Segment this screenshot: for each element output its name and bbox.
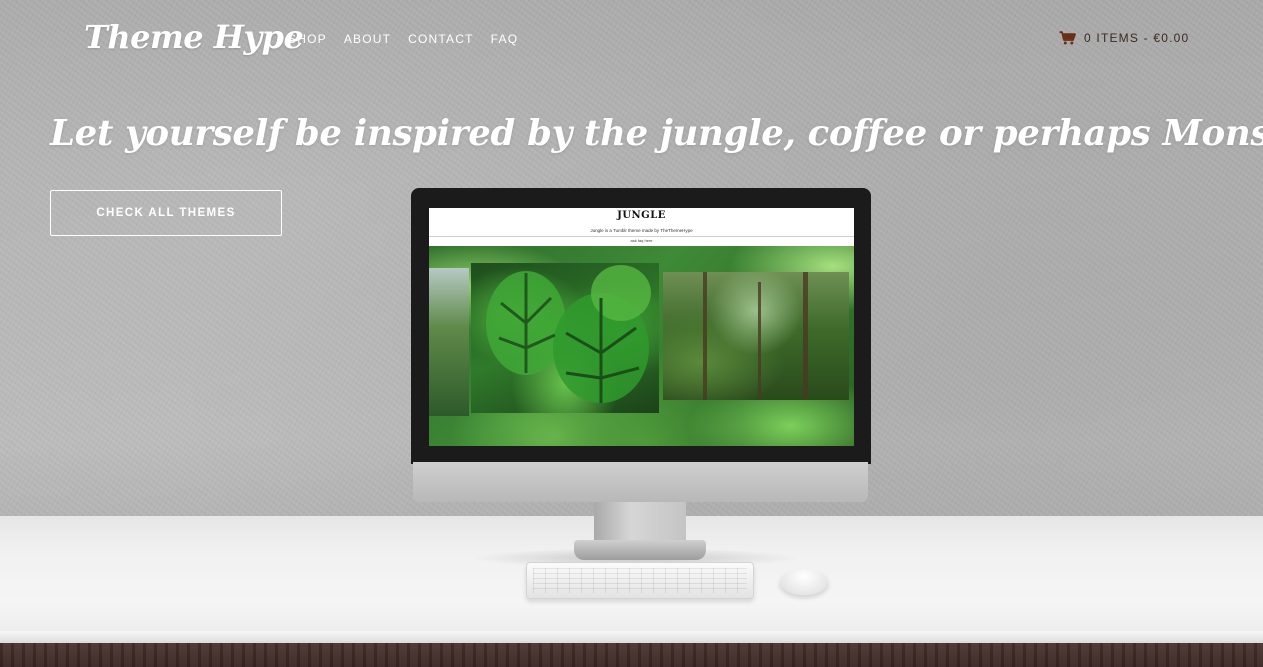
keyboard-keys	[533, 568, 747, 593]
nav-item-contact[interactable]: CONTACT	[408, 32, 474, 46]
hero-headline: Let yourself be inspired by the jungle, …	[50, 113, 1263, 154]
nav-item-faq[interactable]: FAQ	[491, 32, 519, 46]
imac-chin	[413, 462, 868, 502]
cart-link[interactable]: 0 ITEMS - €0.00	[1059, 31, 1189, 45]
cart-icon	[1059, 31, 1076, 45]
hero-section: Theme Hype SHOP ABOUT CONTACT FAQ 0 ITEM…	[0, 0, 1263, 667]
screen-title: JUNGLE	[617, 210, 666, 221]
check-all-themes-button[interactable]: CHECK ALL THEMES	[50, 190, 282, 236]
imac-stand-neck	[594, 502, 686, 542]
screen-photo-monstera	[471, 263, 659, 413]
screen-photo-forest	[663, 272, 849, 400]
desk-wood-trim	[0, 643, 1263, 667]
keyboard	[526, 562, 754, 599]
main-nav: SHOP ABOUT CONTACT FAQ	[288, 32, 518, 46]
site-logo[interactable]: Theme Hype	[84, 18, 304, 56]
screen-nav: ask faq here	[630, 238, 653, 243]
screen-divider	[429, 236, 854, 237]
nav-item-shop[interactable]: SHOP	[288, 32, 327, 46]
imac-screen: JUNGLE Jungle is a Tumblr theme made by …	[429, 208, 854, 446]
mouse	[780, 569, 828, 595]
desk-edge	[0, 631, 1263, 643]
screen-photo-left	[429, 268, 469, 416]
screen-subtitle: Jungle is a Tumblr theme made by TheThem…	[590, 228, 693, 233]
imac-stand-foot	[574, 540, 706, 560]
cart-summary: 0 ITEMS - €0.00	[1084, 31, 1190, 45]
screen-header: JUNGLE Jungle is a Tumblr theme made by …	[429, 208, 854, 246]
nav-item-about[interactable]: ABOUT	[344, 32, 391, 46]
